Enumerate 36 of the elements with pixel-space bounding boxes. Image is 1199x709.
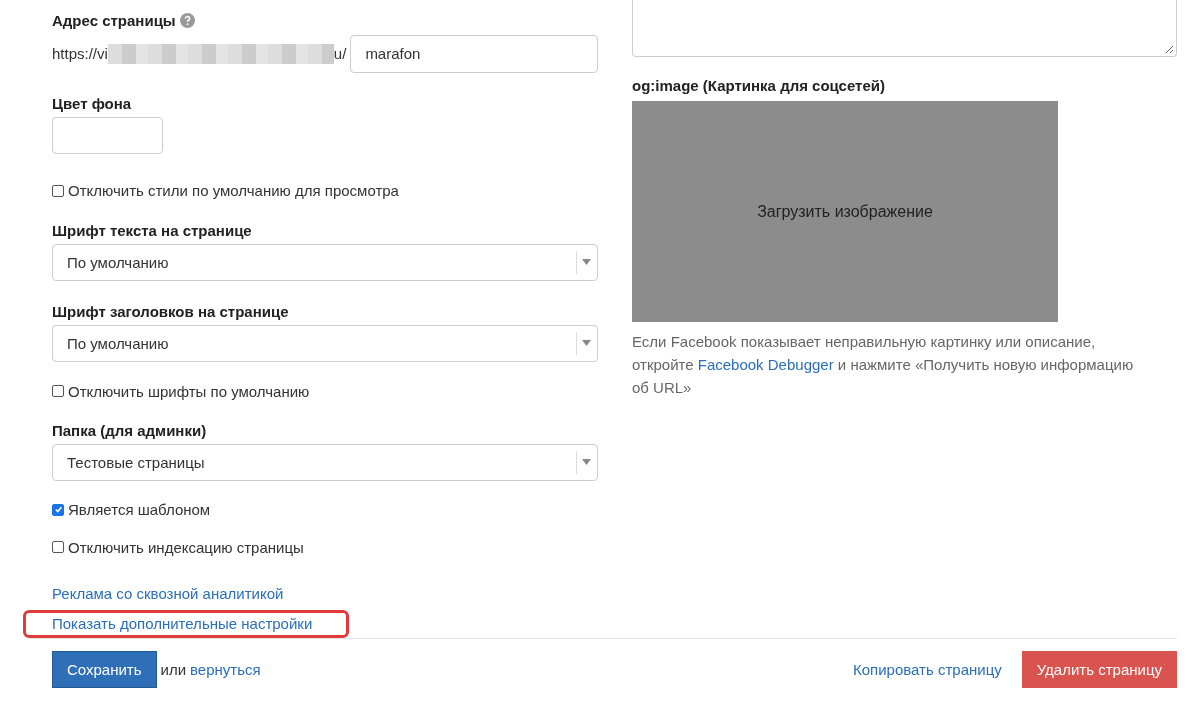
checkbox[interactable] — [52, 503, 64, 516]
save-button[interactable]: Сохранить — [52, 651, 157, 688]
image-upload-area[interactable]: Загрузить изображение — [632, 101, 1058, 322]
checkbox-label: Является шаблоном — [68, 501, 211, 519]
url-prefix: https://vi — [52, 45, 108, 62]
field-label: Цвет фона — [52, 94, 132, 112]
color-input[interactable] — [52, 117, 163, 154]
copy-page-link[interactable]: Копировать страницу — [853, 661, 1002, 678]
select-dropdown[interactable]: По умолчанию — [52, 325, 598, 363]
delete-button[interactable]: Удалить страницу — [1021, 651, 1177, 688]
checkbox-label: Отключить индексацию страницы — [68, 538, 304, 556]
field-label: Шрифт текста на странице — [52, 221, 252, 239]
caret-icon — [582, 340, 591, 348]
checkbox-label: Отключить шрифты по умолчанию — [68, 382, 310, 400]
select-dropdown[interactable]: Тестовые страницы — [52, 444, 598, 482]
select-dropdown[interactable]: По умолчанию — [52, 243, 598, 281]
url-suffix: u/ — [333, 45, 347, 62]
back-link[interactable]: вернуться — [190, 661, 261, 678]
checkbox[interactable] — [52, 385, 64, 398]
caret-icon — [582, 459, 591, 467]
checkbox-label: Отключить стили по умолчанию для просмотра — [68, 182, 399, 200]
caret-icon — [582, 258, 591, 266]
field-label: Адрес страницы — [52, 12, 176, 30]
field-label: Папка (для админки) — [52, 422, 207, 440]
settings-link[interactable]: Показать дополнительные настройки — [52, 615, 313, 633]
settings-link[interactable]: Реклама со сквозной аналитикой — [52, 585, 284, 603]
slug-input[interactable]: marafon — [350, 34, 598, 73]
help-icon[interactable] — [179, 13, 195, 29]
or-text: или — [160, 661, 187, 678]
resize-grip-icon — [1165, 45, 1174, 54]
hint-text: Если Facebook показывает неправильную картинку или описание, откройте Facebook Debugger и нажмите «Получить новую информацию об URL» — [632, 332, 1135, 398]
debugger-link[interactable]: Facebook Debugger — [697, 356, 834, 373]
checkbox[interactable] — [52, 541, 64, 554]
field-label: og:image (Картинка для соцсетей) — [632, 77, 886, 94]
field-label: Шрифт заголовков на странице — [52, 303, 289, 321]
checkbox[interactable] — [52, 184, 64, 197]
